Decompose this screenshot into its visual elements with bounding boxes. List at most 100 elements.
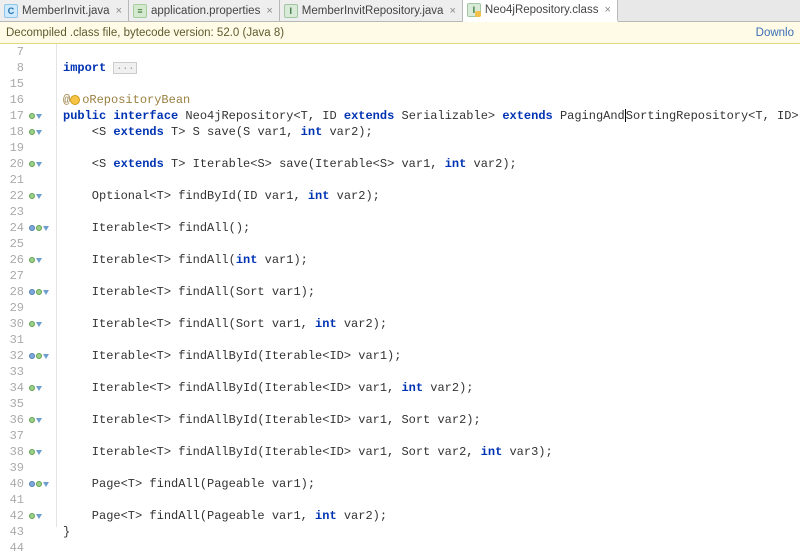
marker-i-icon[interactable] (43, 482, 49, 487)
line-number: 38 (0, 444, 24, 460)
code-line[interactable] (63, 364, 800, 380)
line-number: 18 (0, 124, 24, 140)
close-icon[interactable]: × (116, 5, 122, 17)
code-line[interactable] (63, 460, 800, 476)
code-line[interactable] (63, 332, 800, 348)
marker-b-icon[interactable] (29, 449, 35, 455)
code-line[interactable] (63, 236, 800, 252)
code-line[interactable] (63, 172, 800, 188)
marker-i-icon[interactable] (43, 354, 49, 359)
marker-b-icon[interactable] (29, 513, 35, 519)
marker-i-icon[interactable] (36, 194, 42, 199)
code-line[interactable]: public interface Neo4jRepository<T, ID e… (63, 108, 800, 124)
editor-tabs: CMemberInvit.java×≡application.propertie… (0, 0, 800, 22)
code-line[interactable]: @oRepositoryBean (63, 92, 800, 108)
line-number: 21 (0, 172, 24, 188)
marker-i-icon[interactable] (36, 130, 42, 135)
marker-i-icon[interactable] (36, 162, 42, 167)
marker-b-icon[interactable] (36, 353, 42, 359)
gutter-row (29, 188, 55, 204)
marker-i-icon[interactable] (36, 322, 42, 327)
code-line[interactable] (63, 492, 800, 508)
marker-b-icon[interactable] (29, 417, 35, 423)
code-line[interactable] (63, 76, 800, 92)
line-number: 19 (0, 140, 24, 156)
code-area[interactable]: import ... @oRepositoryBeanpublic interfa… (57, 44, 800, 527)
marker-b-icon[interactable] (29, 193, 35, 199)
code-line[interactable]: Iterable<T> findAllById(Iterable<ID> var… (63, 348, 800, 364)
line-number: 40 (0, 476, 24, 492)
marker-i-icon[interactable] (36, 386, 42, 391)
marker-b-icon[interactable] (29, 161, 35, 167)
line-number: 26 (0, 252, 24, 268)
code-line[interactable]: Iterable<T> findAll(int var1); (63, 252, 800, 268)
gutter-row (29, 156, 55, 172)
gutter-row (29, 236, 55, 252)
code-line[interactable]: Page<T> findAll(Pageable var1, int var2)… (63, 508, 800, 524)
close-icon[interactable]: × (266, 5, 272, 17)
download-link[interactable]: Downlo (756, 27, 794, 39)
marker-i-icon[interactable] (36, 514, 42, 519)
marker-b-icon[interactable] (36, 481, 42, 487)
line-number: 33 (0, 364, 24, 380)
code-line[interactable] (63, 204, 800, 220)
code-editor[interactable]: 7815161718192021222324252627282930313233… (0, 44, 800, 527)
code-line[interactable]: } (63, 524, 800, 540)
marker-u-icon[interactable] (29, 353, 35, 359)
line-number: 41 (0, 492, 24, 508)
gutter-row (29, 492, 55, 508)
close-icon[interactable]: × (449, 5, 455, 17)
marker-u-icon[interactable] (29, 289, 35, 295)
gutter-row (29, 364, 55, 380)
marker-i-icon[interactable] (36, 258, 42, 263)
code-line[interactable]: Optional<T> findById(ID var1, int var2); (63, 188, 800, 204)
line-number: 7 (0, 44, 24, 60)
marker-b-icon[interactable] (36, 225, 42, 231)
code-line[interactable] (63, 428, 800, 444)
marker-i-icon[interactable] (43, 290, 49, 295)
banner-text: Decompiled .class file, bytecode version… (6, 27, 284, 39)
marker-b-icon[interactable] (29, 385, 35, 391)
marker-b-icon[interactable] (29, 321, 35, 327)
code-line[interactable]: <S extends T> S save(S var1, int var2); (63, 124, 800, 140)
line-number: 32 (0, 348, 24, 364)
code-line[interactable] (63, 44, 800, 60)
tab-application-properties[interactable]: ≡application.properties× (129, 0, 280, 21)
code-line[interactable] (63, 268, 800, 284)
marker-i-icon[interactable] (36, 450, 42, 455)
code-line[interactable] (63, 540, 800, 556)
gutter-row (29, 444, 55, 460)
gutter-row (29, 124, 55, 140)
marker-b-icon[interactable] (29, 257, 35, 263)
marker-i-icon[interactable] (36, 418, 42, 423)
marker-i-icon[interactable] (36, 114, 42, 119)
code-line[interactable]: Iterable<T> findAllById(Iterable<ID> var… (63, 412, 800, 428)
gutter-row (29, 108, 55, 124)
code-line[interactable] (63, 140, 800, 156)
code-line[interactable]: Iterable<T> findAll(Sort var1, int var2)… (63, 316, 800, 332)
gutter-row (29, 460, 55, 476)
line-number: 20 (0, 156, 24, 172)
tab-neo4jrepository-class[interactable]: INeo4jRepository.class× (463, 0, 618, 22)
code-line[interactable]: import ... (63, 60, 800, 76)
code-line[interactable]: Iterable<T> findAllById(Iterable<ID> var… (63, 444, 800, 460)
tab-memberinvitrepository-java[interactable]: IMemberInvitRepository.java× (280, 0, 463, 21)
gutter-row (29, 332, 55, 348)
close-icon[interactable]: × (604, 4, 610, 16)
marker-i-icon[interactable] (43, 226, 49, 231)
code-line[interactable] (63, 396, 800, 412)
marker-b-icon[interactable] (36, 289, 42, 295)
code-line[interactable]: Iterable<T> findAll(); (63, 220, 800, 236)
marker-u-icon[interactable] (29, 225, 35, 231)
code-line[interactable] (63, 300, 800, 316)
marker-u-icon[interactable] (29, 481, 35, 487)
gutter-row (29, 380, 55, 396)
marker-b-icon[interactable] (29, 129, 35, 135)
code-line[interactable]: Page<T> findAll(Pageable var1); (63, 476, 800, 492)
code-line[interactable]: <S extends T> Iterable<S> save(Iterable<… (63, 156, 800, 172)
code-line[interactable]: Iterable<T> findAllById(Iterable<ID> var… (63, 380, 800, 396)
marker-b-icon[interactable] (29, 113, 35, 119)
code-line[interactable]: Iterable<T> findAll(Sort var1); (63, 284, 800, 300)
tab-memberinvit-java[interactable]: CMemberInvit.java× (0, 0, 129, 21)
gutter-row (29, 300, 55, 316)
